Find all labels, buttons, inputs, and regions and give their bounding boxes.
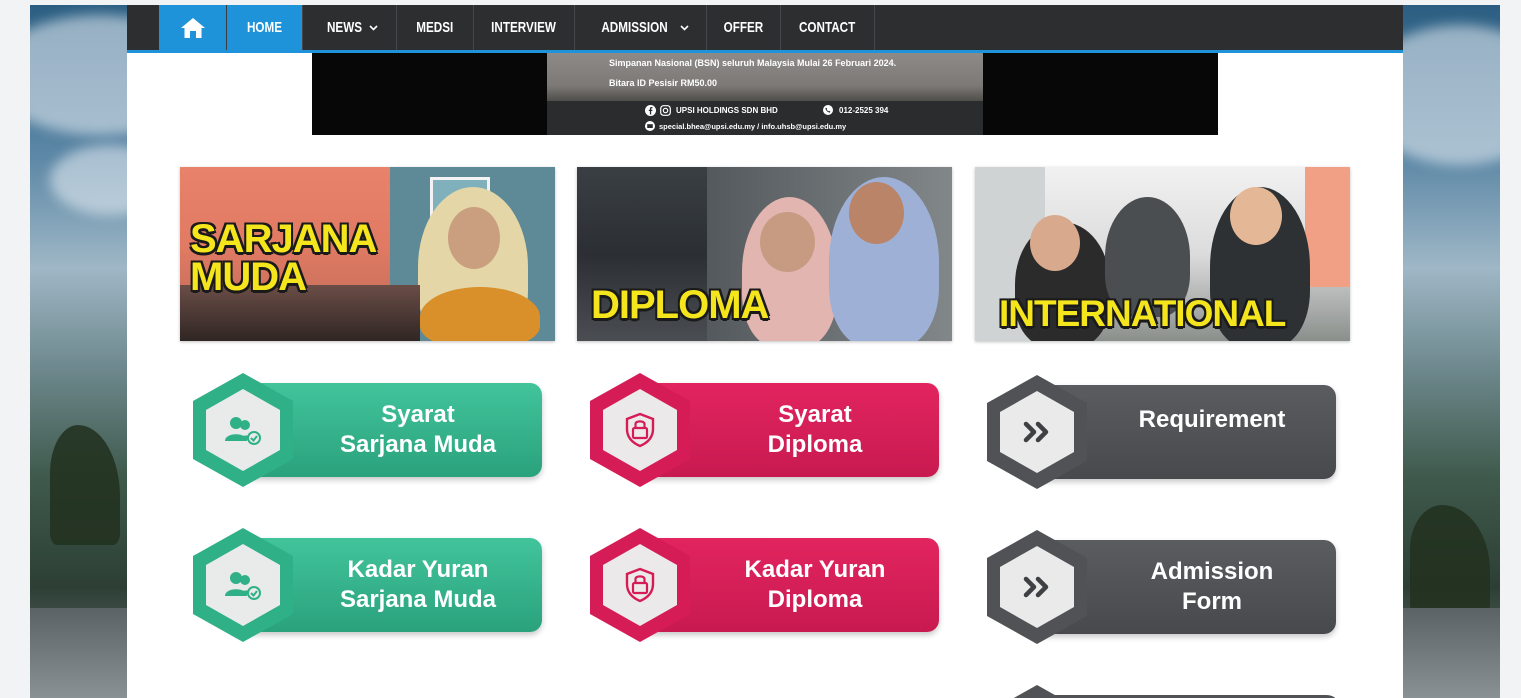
button-label-line2: Sarjana Muda: [339, 431, 497, 458]
main-nav: HOME NEWS MEDSI INTERVIEW ADMISSION OFFE…: [127, 5, 1403, 53]
button-label: Syarat Sarjana Muda: [298, 383, 538, 477]
kadar-yuran-diploma-button[interactable]: Kadar Yuran Diploma: [587, 525, 942, 645]
banner-phone: 012-2525 394: [839, 106, 889, 115]
card-title-line1: INTERNATIONAL: [999, 293, 1286, 334]
banner-company: UPSI HOLDINGS SDN BHD: [676, 106, 778, 115]
syarat-sarjana-muda-button[interactable]: Syarat Sarjana Muda: [190, 370, 545, 490]
nav-home[interactable]: HOME: [227, 5, 303, 50]
double-chevron-right-icon: [1023, 421, 1049, 443]
nav-admission[interactable]: ADMISSION: [575, 5, 707, 50]
button-label: Syarat Diploma: [695, 383, 935, 477]
card-title-line1: SARJANA: [190, 217, 377, 261]
phone-icon: [823, 105, 833, 115]
button-label-line1: Kadar Yuran: [347, 556, 489, 583]
shield-lock-icon: [625, 412, 655, 448]
requirement-button[interactable]: Requirement: [984, 372, 1339, 492]
chevron-down-icon: [368, 24, 378, 31]
main-container: HOME NEWS MEDSI INTERVIEW ADMISSION OFFE…: [127, 5, 1403, 698]
button-label-line2: Form: [1182, 588, 1242, 615]
users-check-icon: [225, 572, 261, 600]
button-label: Kadar Yuran Diploma: [695, 538, 935, 632]
button-label: Admission Form: [1092, 540, 1332, 634]
card-title-line1: DIPLOMA: [591, 283, 769, 327]
chevron-down-icon: [679, 24, 689, 31]
button-label-line1: Syarat: [778, 401, 852, 428]
nav-interview[interactable]: INTERVIEW: [474, 5, 575, 50]
announcement-banner[interactable]: Simpanan Nasional (BSN) seluruh Malaysia…: [312, 53, 1218, 135]
card-international[interactable]: INTERNATIONAL: [975, 167, 1350, 341]
button-label-line1: Syarat: [381, 401, 455, 428]
button-label: Requirement: [1092, 385, 1332, 479]
card-diploma[interactable]: DIPLOMA: [577, 167, 952, 341]
banner-line-1: Simpanan Nasional (BSN) seluruh Malaysia…: [609, 58, 897, 68]
nav-home-label: HOME: [246, 19, 283, 36]
button-label-line1: Requirement: [1138, 406, 1286, 433]
admission-form-button[interactable]: Admission Form: [984, 527, 1339, 647]
button-label-line1: Kadar Yuran: [744, 556, 886, 583]
nav-offer[interactable]: OFFER: [707, 5, 781, 50]
button-label-line2: Sarjana Muda: [339, 586, 497, 613]
nav-news-label: NEWS: [326, 19, 362, 36]
button-label-line1: Admission: [1150, 558, 1274, 585]
button-label-line2: Diploma: [767, 431, 863, 458]
nav-contact-label: CONTACT: [799, 19, 856, 36]
banner-contact-strip: UPSI HOLDINGS SDN BHD 012-2525 394 speci…: [547, 101, 983, 135]
home-button[interactable]: [159, 5, 227, 50]
email-icon: [645, 121, 655, 131]
double-chevron-right-icon: [1023, 576, 1049, 598]
syarat-diploma-button[interactable]: Syarat Diploma: [587, 370, 942, 490]
nav-offer-label: OFFER: [723, 19, 764, 36]
button-label: Kadar Yuran Sarjana Muda: [298, 538, 538, 632]
shield-lock-icon: [625, 567, 655, 603]
banner-slide: Simpanan Nasional (BSN) seluruh Malaysia…: [547, 53, 983, 135]
card-title-line2: MUDA: [190, 255, 307, 299]
banner-line-2: Bitara ID Pesisir RM50.00: [609, 78, 718, 88]
button-label-line2: Diploma: [767, 586, 863, 613]
users-check-icon: [225, 417, 261, 445]
nav-medsi-label: MEDSI: [416, 19, 454, 36]
card-sarjana-muda[interactable]: SARJANA MUDA: [180, 167, 555, 341]
nav-contact[interactable]: CONTACT: [781, 5, 875, 50]
kadar-yuran-sarjana-muda-button[interactable]: Kadar Yuran Sarjana Muda: [190, 525, 545, 645]
nav-interview-label: INTERVIEW: [491, 19, 557, 36]
banner-email: special.bhea@upsi.edu.my / info.uhsb@ups…: [659, 122, 847, 131]
home-icon: [180, 17, 205, 38]
nav-admission-label: ADMISSION: [601, 19, 669, 36]
next-row-button-partial[interactable]: [984, 682, 1339, 698]
nav-medsi[interactable]: MEDSI: [397, 5, 474, 50]
facebook-icon: [645, 105, 656, 116]
nav-news[interactable]: NEWS: [303, 5, 397, 50]
hexagon-badge: [1013, 685, 1336, 698]
instagram-icon: [660, 105, 671, 116]
